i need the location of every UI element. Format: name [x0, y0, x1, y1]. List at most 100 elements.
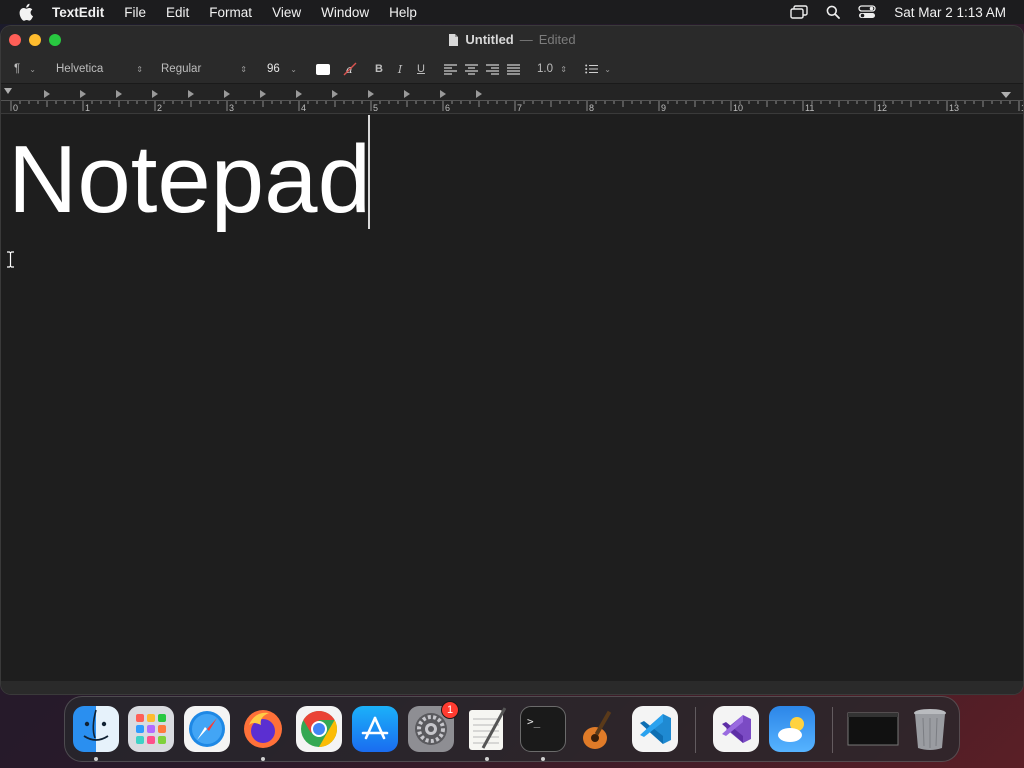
- chevron-down-icon: ⌄: [290, 64, 297, 74]
- chevron-down-icon: ⌄: [29, 64, 36, 74]
- menu-file[interactable]: File: [114, 0, 156, 24]
- font-family-value: Helvetica: [56, 63, 104, 75]
- menu-window[interactable]: Window: [311, 0, 379, 24]
- app-store-icon[interactable]: [352, 706, 398, 752]
- text-color-swatch: [316, 63, 330, 75]
- garageband-icon[interactable]: [576, 706, 622, 752]
- svg-text:>_: >_: [527, 715, 541, 728]
- visual-studio-icon[interactable]: [713, 706, 759, 752]
- ruler-label: 10: [733, 103, 743, 113]
- font-size-value[interactable]: 96: [267, 63, 280, 75]
- search-icon[interactable]: [816, 0, 850, 24]
- textedit-icon[interactable]: [464, 706, 510, 752]
- tab-stop-marker[interactable]: [368, 90, 374, 98]
- ruler-label: 1: [85, 103, 90, 113]
- ruler-label: 11: [805, 103, 814, 113]
- paragraph-style-popup[interactable]: ¶ ⌄: [10, 59, 40, 79]
- window-preview-icon[interactable]: [847, 706, 899, 752]
- ibeam-cursor-icon: [7, 251, 14, 268]
- tab-stop-marker[interactable]: [260, 90, 266, 98]
- font-size-combo[interactable]: 96 ⌄: [263, 59, 301, 79]
- ruler-label: 4: [301, 103, 306, 113]
- line-spacing-popup[interactable]: 1.0 ⇕: [533, 59, 571, 79]
- firefox-icon[interactable]: [240, 706, 286, 752]
- menu-edit[interactable]: Edit: [156, 0, 199, 24]
- tab-stop-marker[interactable]: [152, 90, 158, 98]
- highlight-color-well[interactable]: a: [342, 59, 358, 79]
- tab-stop-marker[interactable]: [404, 90, 410, 98]
- menu-clock[interactable]: Sat Mar 2 1:13 AM: [894, 5, 1006, 20]
- ruler-label: 5: [373, 103, 378, 113]
- align-right-button[interactable]: [485, 59, 499, 79]
- edited-status: Edited: [538, 32, 576, 47]
- menu-app-name[interactable]: TextEdit: [52, 0, 114, 24]
- updown-chevron-icon: ⇕: [136, 64, 143, 74]
- launchpad-icon[interactable]: [128, 706, 174, 752]
- chrome-icon[interactable]: [296, 706, 342, 752]
- vscode-icon[interactable]: [632, 706, 678, 752]
- terminal-running-indicator: [541, 757, 545, 761]
- tab-stop-marker[interactable]: [296, 90, 302, 98]
- trash-icon[interactable]: [907, 706, 953, 752]
- ruler-label: 0: [13, 103, 18, 113]
- justify-icon: [506, 63, 520, 75]
- apple-menu-icon[interactable]: [18, 3, 36, 21]
- document-icon[interactable]: [448, 33, 459, 47]
- settings-badge: 1: [441, 701, 459, 719]
- updown-chevron-icon: ⇕: [240, 64, 247, 74]
- bold-button[interactable]: B: [372, 59, 386, 79]
- control-center-icon[interactable]: [850, 0, 884, 24]
- finder-icon[interactable]: [73, 706, 119, 752]
- menu-help[interactable]: Help: [379, 0, 427, 24]
- underline-button[interactable]: U: [414, 59, 428, 79]
- weather-icon[interactable]: [769, 706, 815, 752]
- tab-stop-marker[interactable]: [116, 90, 122, 98]
- ruler-label: 7: [517, 103, 522, 113]
- document-text[interactable]: Notepad: [8, 125, 371, 235]
- title-bar[interactable]: Untitled — Edited: [1, 26, 1023, 54]
- highlight-icon: a: [343, 62, 357, 76]
- tab-stop-marker[interactable]: [80, 90, 86, 98]
- align-left-button[interactable]: [443, 59, 457, 79]
- terminal-icon[interactable]: >_: [520, 706, 566, 752]
- align-center-icon: [464, 63, 478, 75]
- firefox-running-indicator: [261, 757, 265, 761]
- title-separator: —: [519, 32, 533, 47]
- menu-format[interactable]: Format: [199, 0, 262, 24]
- left-indent-marker[interactable]: [4, 88, 12, 94]
- align-center-button[interactable]: [464, 59, 478, 79]
- safari-icon[interactable]: [184, 706, 230, 752]
- dock-divider: [695, 707, 696, 753]
- justify-button[interactable]: [506, 59, 520, 79]
- text-color-well[interactable]: [316, 59, 330, 79]
- italic-button[interactable]: I: [393, 59, 407, 79]
- window-title: Untitled — Edited: [1, 32, 1023, 47]
- window-bottom-bar: [1, 681, 1023, 694]
- list-style-popup[interactable]: ⌄: [581, 59, 615, 79]
- tab-stop-marker[interactable]: [440, 90, 446, 98]
- font-style-popup[interactable]: Regular ⇕: [157, 59, 251, 79]
- text-editor[interactable]: Notepad: [1, 115, 1023, 681]
- tab-stop-marker[interactable]: [188, 90, 194, 98]
- font-family-popup[interactable]: Helvetica ⇕: [52, 59, 147, 79]
- menu-view[interactable]: View: [262, 0, 311, 24]
- updown-chevron-icon: ⇕: [560, 64, 567, 74]
- ruler-label: 3: [229, 103, 234, 113]
- menu-bar: TextEdit File Edit Format View Window He…: [0, 0, 1024, 24]
- text-caret: [368, 115, 370, 229]
- screen-mirroring-icon[interactable]: [782, 0, 816, 24]
- tab-stop-marker[interactable]: [44, 90, 50, 98]
- finder-running-indicator: [94, 757, 98, 761]
- ruler-label: 13: [949, 103, 959, 113]
- tab-stop-marker[interactable]: [476, 90, 482, 98]
- ruler[interactable]: 01234567891011121314: [1, 84, 1023, 114]
- tab-stop-marker[interactable]: [224, 90, 230, 98]
- right-margin-marker[interactable]: [1001, 92, 1011, 98]
- tab-stop-marker[interactable]: [332, 90, 338, 98]
- paragraph-icon: ¶: [14, 63, 21, 75]
- document-name[interactable]: Untitled: [465, 32, 513, 47]
- ruler-label: 2: [157, 103, 162, 113]
- ruler-label: 8: [589, 103, 594, 113]
- format-toolbar: ¶⌄ Helvetica⇕ Regular⇕ 96⌄ a B I U: [1, 54, 1023, 84]
- line-spacing-value: 1.0: [537, 63, 553, 75]
